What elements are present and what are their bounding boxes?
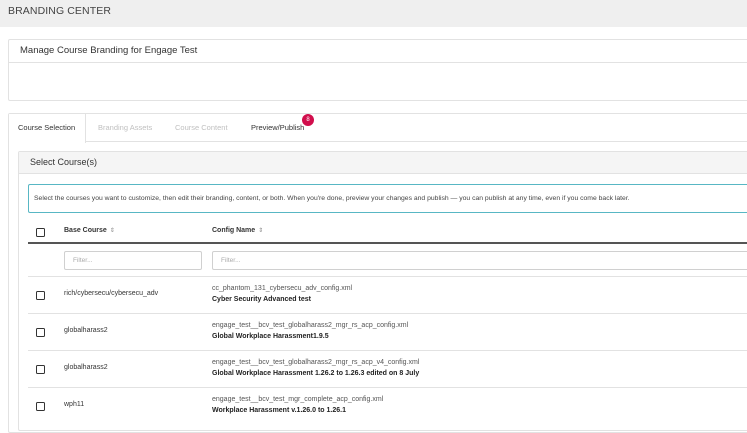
row-checkbox[interactable] bbox=[36, 328, 45, 337]
page-title: BRANDING CENTER bbox=[8, 5, 112, 17]
tab-course-content[interactable]: Course Content bbox=[175, 114, 228, 142]
preview-publish-count-badge: 8 bbox=[302, 114, 314, 126]
config-display-name: Global Workplace Harassment1.9.5 bbox=[212, 333, 329, 340]
table-row[interactable]: globalharass2 engage_test__bcv_test_glob… bbox=[28, 351, 747, 388]
column-header-base-course[interactable]: Base Course ⇕ bbox=[64, 227, 115, 234]
info-message: Select the courses you want to customize… bbox=[28, 184, 747, 213]
page-header: BRANDING CENTER bbox=[0, 0, 747, 27]
filter-row bbox=[28, 244, 747, 277]
config-cell: cc_phantom_131_cybersecu_adv_config.xml … bbox=[212, 284, 352, 305]
config-display-name: Cyber Security Advanced test bbox=[212, 296, 311, 303]
base-course-cell: globalharass2 bbox=[64, 327, 108, 334]
sort-icon: ⇕ bbox=[109, 228, 115, 234]
tab-branding-assets[interactable]: Branding Assets bbox=[98, 114, 152, 142]
config-file-name: engage_test__bcv_test_globalharass2_mgr_… bbox=[212, 359, 420, 366]
sort-icon: ⇕ bbox=[258, 228, 264, 234]
config-file-name: cc_phantom_131_cybersecu_adv_config.xml bbox=[212, 285, 353, 292]
manage-branding-title: Manage Course Branding for Engage Test bbox=[9, 40, 747, 63]
select-courses-title: Select Course(s) bbox=[19, 152, 747, 174]
config-display-name: Global Workplace Harassment 1.26.2 to 1.… bbox=[212, 370, 420, 377]
tab-preview-publish[interactable]: Preview/Publish bbox=[251, 114, 304, 142]
row-checkbox[interactable] bbox=[36, 402, 45, 411]
config-file-name: engage_test__bcv_test_mgr_complete_acp_c… bbox=[212, 396, 384, 403]
table-row[interactable]: globalharass2 engage_test__bcv_test_glob… bbox=[28, 314, 747, 351]
column-base-course-label: Base Course bbox=[64, 227, 107, 234]
row-checkbox[interactable] bbox=[36, 365, 45, 374]
tab-bar: Course Selection Branding Assets Course … bbox=[9, 114, 747, 143]
config-name-filter-input[interactable] bbox=[212, 251, 747, 270]
base-course-cell: wph11 bbox=[64, 401, 85, 408]
config-cell: engage_test__bcv_test_globalharass2_mgr_… bbox=[212, 358, 419, 379]
column-config-name-label: Config Name bbox=[212, 227, 256, 234]
base-course-filter-input[interactable] bbox=[64, 251, 202, 270]
config-file-name: engage_test__bcv_test_globalharass2_mgr_… bbox=[212, 322, 409, 329]
manage-branding-panel: Manage Course Branding for Engage Test bbox=[8, 39, 747, 101]
table-row[interactable]: rich/cybersecu/cybersecu_adv cc_phantom_… bbox=[28, 277, 747, 314]
table-row[interactable]: wph11 engage_test__bcv_test_mgr_complete… bbox=[28, 388, 747, 425]
config-cell: engage_test__bcv_test_globalharass2_mgr_… bbox=[212, 321, 408, 342]
base-course-cell: rich/cybersecu/cybersecu_adv bbox=[64, 290, 159, 297]
select-all-checkbox[interactable] bbox=[36, 228, 45, 237]
row-checkbox[interactable] bbox=[36, 291, 45, 300]
table-header: Base Course ⇕ Config Name ⇕ bbox=[28, 222, 747, 244]
base-course-cell: globalharass2 bbox=[64, 364, 108, 371]
column-header-config-name[interactable]: Config Name ⇕ bbox=[212, 227, 263, 234]
config-cell: engage_test__bcv_test_mgr_complete_acp_c… bbox=[212, 395, 383, 416]
tab-course-selection[interactable]: Course Selection bbox=[9, 114, 86, 143]
config-display-name: Workplace Harassment v.1.26.0 to 1.26.1 bbox=[212, 407, 346, 414]
